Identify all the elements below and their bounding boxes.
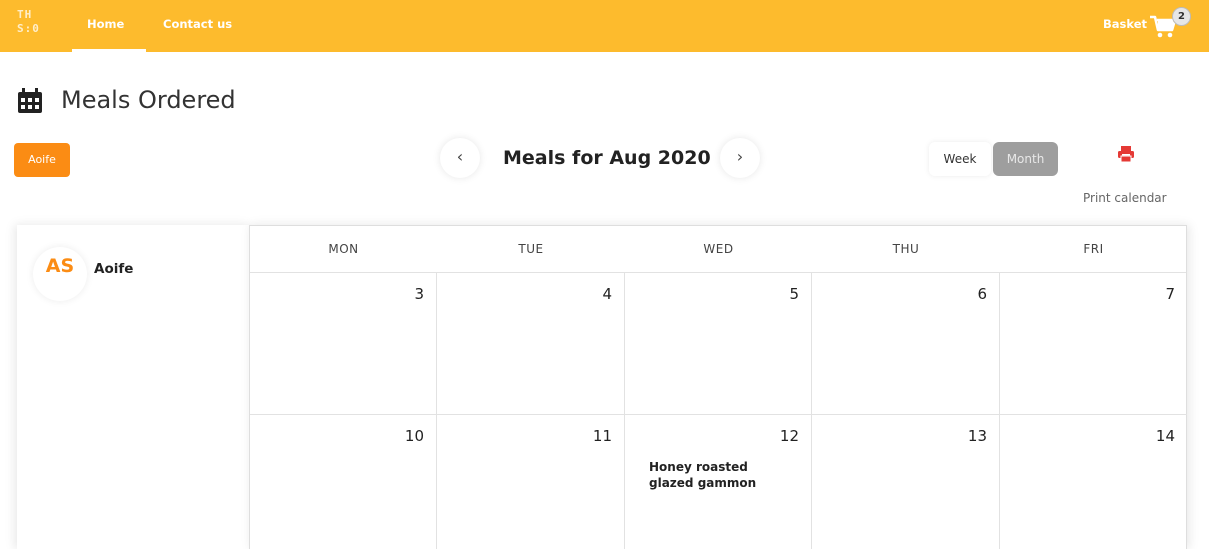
- prev-month-button[interactable]: ‹: [440, 138, 480, 178]
- calendar-day-cell[interactable]: 12 Honey roasted glazed gammon: [625, 415, 812, 549]
- calendar-day-cell[interactable]: 7: [1000, 273, 1187, 415]
- top-navbar: TH S:0 Home Contact us Basket 2: [0, 0, 1209, 52]
- day-header: MON: [328, 242, 359, 256]
- month-title: Meals for Aug 2020: [503, 147, 711, 169]
- calendar-day-cell[interactable]: 11: [437, 415, 625, 549]
- user-filter-button[interactable]: Aoife: [14, 143, 70, 177]
- user-sidebar: AS Aoife: [17, 225, 250, 549]
- day-number: 6: [977, 285, 987, 303]
- nav-home-link[interactable]: Home: [87, 17, 124, 31]
- calendar-day-cell[interactable]: 3: [250, 273, 437, 415]
- calendar-day-cell[interactable]: 13: [812, 415, 1000, 549]
- nav-contact-link[interactable]: Contact us: [163, 17, 232, 31]
- day-header: TUE: [518, 242, 544, 256]
- avatar: AS: [33, 247, 87, 301]
- print-calendar-label[interactable]: Print calendar: [1083, 191, 1167, 205]
- basket-count-badge: 2: [1172, 7, 1191, 26]
- calendar-day-cell[interactable]: 14: [1000, 415, 1187, 549]
- chevron-right-icon: ›: [736, 147, 744, 166]
- calendar-header-row: MON TUE WED THU FRI: [250, 226, 1186, 273]
- day-header: THU: [892, 242, 920, 256]
- day-number: 7: [1165, 285, 1175, 303]
- calendar-icon: [18, 88, 42, 113]
- calendar-day-cell[interactable]: 10: [250, 415, 437, 549]
- day-number: 10: [404, 427, 424, 445]
- day-number: 14: [1155, 427, 1175, 445]
- calendar-grid: MON TUE WED THU FRI 3 4 5 6 7 10 11 12 H…: [249, 225, 1187, 549]
- week-view-button[interactable]: Week: [929, 142, 991, 176]
- day-number: 12: [779, 427, 799, 445]
- next-month-button[interactable]: ›: [720, 138, 760, 178]
- day-number: 3: [414, 285, 424, 303]
- chevron-left-icon: ‹: [456, 147, 464, 166]
- page-title: Meals Ordered: [61, 86, 236, 114]
- day-number: 13: [967, 427, 987, 445]
- logo[interactable]: TH S:0: [17, 8, 43, 42]
- day-number: 4: [602, 285, 612, 303]
- calendar-day-cell[interactable]: 5: [625, 273, 812, 415]
- calendar-day-cell[interactable]: 6: [812, 273, 1000, 415]
- calendar-day-cell[interactable]: 4: [437, 273, 625, 415]
- printer-icon[interactable]: [1117, 145, 1135, 163]
- day-header: WED: [703, 242, 734, 256]
- sidebar-user-name: Aoife: [94, 261, 134, 277]
- basket-link[interactable]: Basket: [1103, 17, 1147, 31]
- day-header: FRI: [1083, 242, 1104, 256]
- nav-active-indicator: [72, 49, 146, 52]
- meal-entry[interactable]: Honey roasted glazed gammon: [649, 459, 769, 491]
- day-number: 11: [592, 427, 612, 445]
- day-number: 5: [789, 285, 799, 303]
- month-view-button[interactable]: Month: [993, 142, 1058, 176]
